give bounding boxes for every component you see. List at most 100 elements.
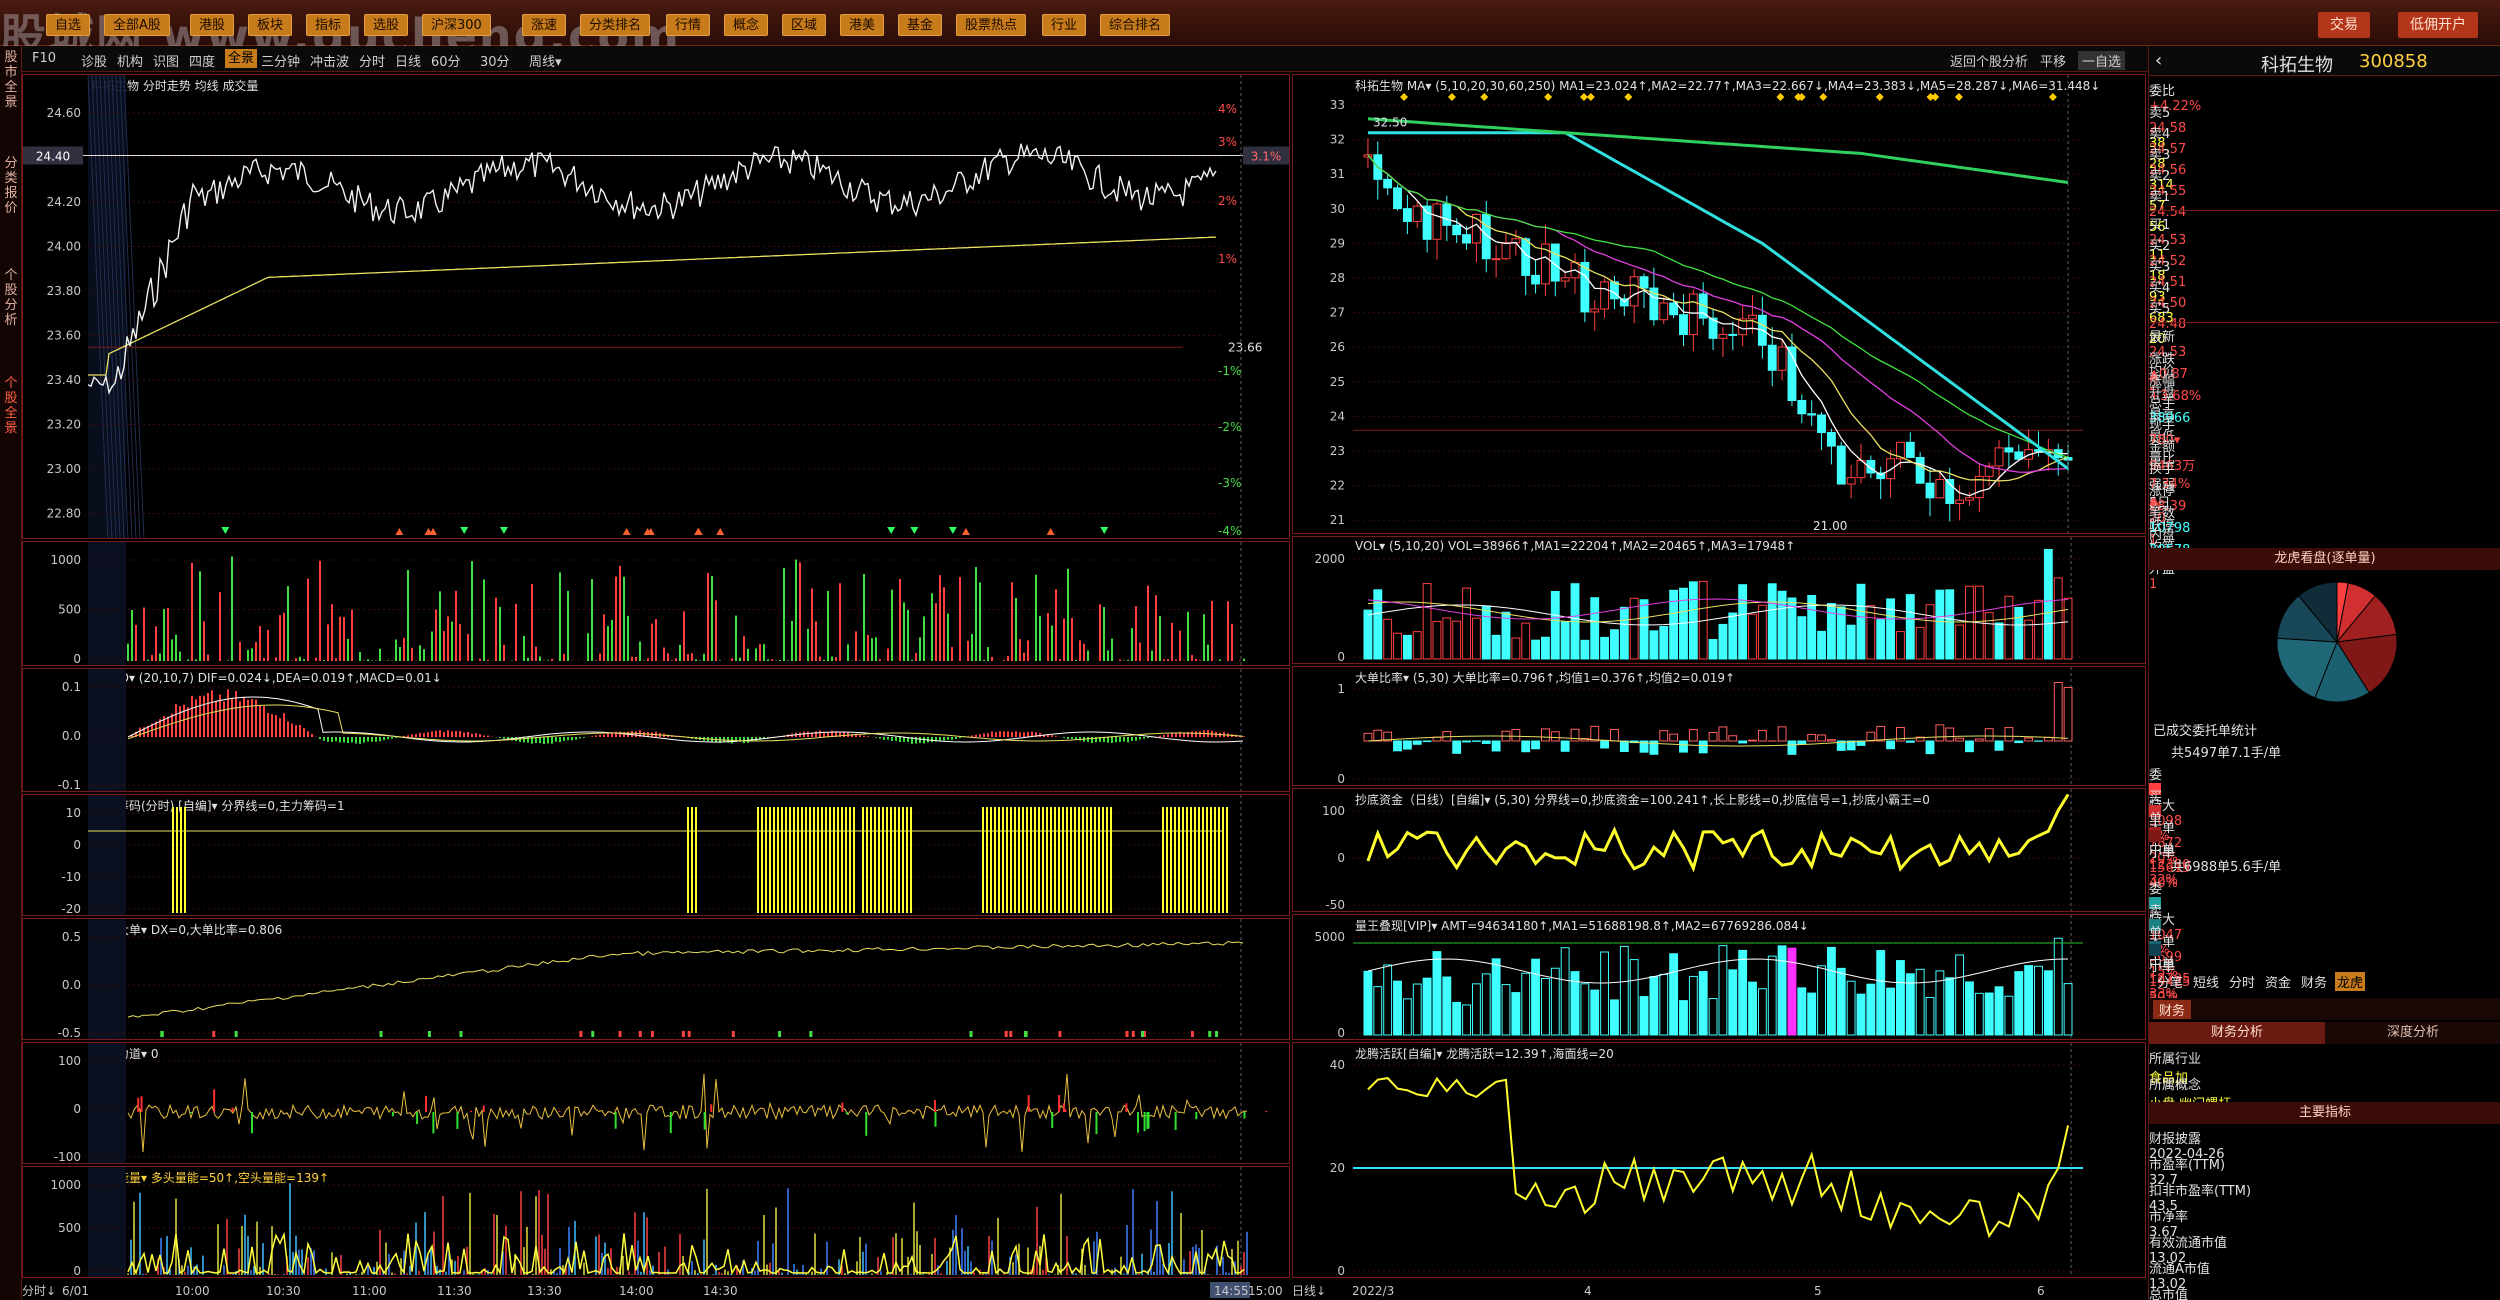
topbar-button-2[interactable]: 港股 bbox=[190, 14, 235, 36]
stat-row: 现手 780▾ 量比 bbox=[2149, 414, 2500, 467]
topbar-button-5[interactable]: 选股 bbox=[364, 14, 409, 36]
topbar-button-13[interactable]: 基金 bbox=[898, 14, 943, 36]
return-analysis-link[interactable]: 返回个股分析 bbox=[1950, 51, 2028, 70]
volume-bar bbox=[1688, 581, 1698, 660]
topbar-button-14[interactable]: 股票热点 bbox=[956, 14, 1027, 36]
kline-price-tick: 22 bbox=[1330, 479, 1345, 493]
topbar-button-0[interactable]: 自选 bbox=[46, 14, 91, 36]
amount-bar bbox=[1876, 950, 1886, 1036]
volume-bar bbox=[1619, 606, 1629, 660]
left-tab-2[interactable]: 个股分析 bbox=[1, 268, 21, 328]
volume-bar bbox=[1945, 589, 1955, 660]
watchlist-dropdown[interactable]: 一自选 bbox=[2078, 51, 2126, 70]
topbar-button-8[interactable]: 分类排名 bbox=[580, 14, 651, 36]
amount-bar bbox=[1393, 980, 1402, 1036]
axis-tick: 0 bbox=[1337, 772, 1345, 786]
topbar-button-15[interactable]: 行业 bbox=[1042, 14, 1087, 36]
intraday-price-panel: 科拓生物 分时走势 均线 成交量 24.6024.4024.2024.0023.… bbox=[22, 74, 1290, 539]
topbar-button-1[interactable]: 全部A股 bbox=[104, 14, 170, 36]
ratio-bar bbox=[1817, 734, 1826, 742]
index-row: 市净率 3.67 bbox=[2149, 1206, 2500, 1240]
toolbar-item-4[interactable]: 四度 bbox=[189, 51, 215, 70]
open-account-button[interactable]: 低佣开户 bbox=[2398, 12, 2478, 38]
axis-tick: -0.1 bbox=[58, 778, 81, 792]
candle bbox=[1994, 447, 2004, 467]
candle bbox=[1728, 333, 1738, 336]
toolbar-item-7[interactable]: 冲击波 bbox=[310, 51, 349, 70]
candle bbox=[1817, 414, 1826, 434]
candle bbox=[1383, 178, 1393, 189]
left-tab-0[interactable]: 股市全景 bbox=[1, 50, 21, 110]
toolbar-item-10[interactable]: 60分 bbox=[431, 51, 461, 70]
quote-tab-5[interactable]: 龙虎 bbox=[2335, 972, 2366, 991]
stat-label: 内盘 bbox=[2149, 528, 2176, 543]
ratio-bar bbox=[1984, 728, 1994, 742]
ma20-line bbox=[1367, 154, 2069, 473]
amount-bar bbox=[1718, 945, 1728, 1036]
pct-tick: 1% bbox=[1218, 252, 1237, 266]
topbar-button-9[interactable]: 行情 bbox=[666, 14, 711, 36]
candle bbox=[1412, 205, 1422, 222]
toolbar-item-12[interactable]: 周线▾ bbox=[529, 51, 562, 70]
toolbar-item-8[interactable]: 分时 bbox=[359, 51, 385, 70]
axis-tick: 500 bbox=[58, 1221, 81, 1235]
finance-tab[interactable]: 财务 bbox=[2153, 1000, 2192, 1019]
stock-name: 科拓生物 bbox=[2261, 55, 2333, 76]
toolbar-item-2[interactable]: 机构 bbox=[117, 51, 143, 70]
quote-tab-4[interactable]: 财务 bbox=[2299, 972, 2329, 991]
toolbar-item-11[interactable]: 30分 bbox=[480, 51, 510, 70]
candle bbox=[1807, 413, 1817, 416]
high-label: 32.50 bbox=[1373, 115, 1407, 129]
topbar-button-16[interactable]: 综合排名 bbox=[1100, 14, 1171, 36]
left-tab-3[interactable]: 个股全景 bbox=[1, 376, 21, 436]
signal-marker bbox=[948, 527, 957, 534]
quote-tab-3[interactable]: 资金 bbox=[2263, 972, 2293, 991]
topbar-button-12[interactable]: 港美 bbox=[840, 14, 885, 36]
amount-bar bbox=[1866, 983, 1876, 1036]
toolbar-item-5[interactable]: 全景 bbox=[225, 49, 258, 68]
topbar-button-6[interactable]: 沪深300 bbox=[422, 14, 491, 36]
diamond-marker bbox=[1544, 93, 1553, 101]
amount-bar bbox=[2024, 965, 2034, 1036]
pct-tick: -4% bbox=[1218, 524, 1241, 538]
ratio-bar bbox=[1994, 740, 2004, 751]
candle bbox=[1560, 277, 1570, 282]
axis-tick: 0.1 bbox=[62, 680, 81, 694]
volume-bar bbox=[1590, 597, 1600, 660]
date-label: 6 bbox=[2037, 1284, 2045, 1298]
quote-tab-2[interactable]: 分时 bbox=[2227, 972, 2257, 991]
toolbar-item-0[interactable]: F10 bbox=[32, 51, 56, 66]
ratio-bar bbox=[2063, 686, 2073, 742]
pan-button[interactable]: 平移 bbox=[2040, 51, 2066, 70]
pct-tick: -3% bbox=[1218, 476, 1241, 490]
volume-bar bbox=[1846, 624, 1856, 660]
deep-analysis-tab[interactable]: 深度分析 bbox=[2325, 1022, 2500, 1044]
volume-bar bbox=[1491, 634, 1501, 660]
toolbar-item-6[interactable]: 三分钟 bbox=[261, 51, 300, 70]
quote-tab-0[interactable]: 分笔 bbox=[2155, 972, 2185, 991]
trade-button[interactable]: 交易 bbox=[2318, 12, 2370, 38]
axis-tick: 0.0 bbox=[62, 978, 81, 992]
volume-bar bbox=[1708, 639, 1718, 660]
quote-tab-1[interactable]: 短线 bbox=[2191, 972, 2221, 991]
back-arrow-icon[interactable]: ‹ bbox=[2155, 50, 2162, 71]
volume-bar bbox=[1531, 639, 1540, 660]
amount-bar bbox=[1728, 969, 1738, 1036]
toolbar-item-9[interactable]: 日线 bbox=[395, 51, 421, 70]
kline-price-tick: 30 bbox=[1330, 202, 1345, 216]
topbar-button-11[interactable]: 区域 bbox=[782, 14, 827, 36]
toolbar-item-3[interactable]: 识图 bbox=[153, 51, 179, 70]
volume-bar bbox=[1511, 637, 1521, 660]
amount-bar bbox=[1402, 998, 1412, 1036]
order-side: 买 bbox=[2149, 790, 2163, 805]
topbar-button-3[interactable]: 板块 bbox=[248, 14, 293, 36]
left-tab-1[interactable]: 分类报价 bbox=[1, 156, 21, 216]
fin-analysis-tab[interactable]: 财务分析 bbox=[2149, 1022, 2325, 1044]
toolbar-item-1[interactable]: 诊股 bbox=[81, 51, 107, 70]
volume-king-panel: 量王叠现[VIP]▾ AMT=94634180↑,MA1=51688198.8↑… bbox=[1292, 914, 2146, 1040]
topbar-button-4[interactable]: 指标 bbox=[306, 14, 351, 36]
axis-tick: 0 bbox=[1337, 1026, 1345, 1040]
topbar-button-10[interactable]: 概念 bbox=[724, 14, 769, 36]
ratio-bar bbox=[1590, 725, 1600, 742]
topbar-button-7[interactable]: 涨速 bbox=[522, 14, 567, 36]
